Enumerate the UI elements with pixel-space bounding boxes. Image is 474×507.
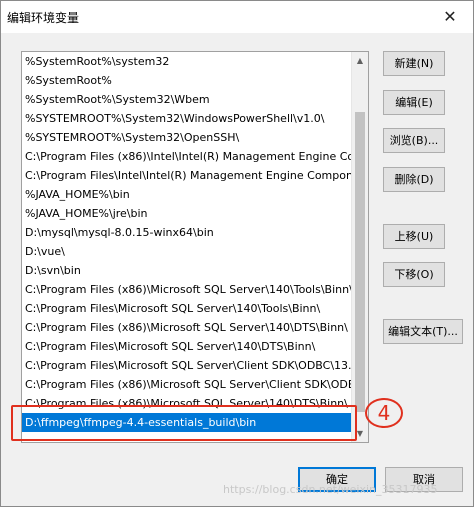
close-icon[interactable]: ✕ (435, 5, 465, 29)
scroll-up-arrow-icon[interactable]: ▲ (352, 52, 368, 69)
path-item[interactable]: D:\mysql\mysql-8.0.15-winx64\bin (22, 223, 352, 242)
annotation-highlight-box (11, 405, 357, 441)
scroll-thumb[interactable] (355, 112, 365, 412)
annotation-step-label: 4 (365, 398, 403, 428)
path-item[interactable]: D:\vue\ (22, 242, 352, 261)
window-title: 编辑环境变量 (7, 11, 80, 25)
path-item[interactable]: C:\Program Files (x86)\Intel\Intel(R) Ma… (22, 147, 352, 166)
edit-text-button[interactable]: 编辑文本(T)... (383, 319, 463, 344)
path-item[interactable]: C:\Program Files (x86)\Microsoft SQL Ser… (22, 318, 352, 337)
vertical-scrollbar[interactable]: ▲ ▼ (351, 52, 368, 442)
edit-env-var-dialog: 编辑环境变量 ✕ %SystemRoot%\system32 %SystemRoo… (0, 0, 474, 507)
path-item[interactable]: C:\Program Files (x86)\Microsoft SQL Ser… (22, 280, 352, 299)
delete-button[interactable]: 删除(D) (383, 167, 445, 192)
path-item[interactable]: %SystemRoot%\system32 (22, 52, 352, 71)
move-down-button[interactable]: 下移(O) (383, 262, 445, 287)
path-item[interactable]: C:\Program Files (x86)\Microsoft SQL Ser… (22, 375, 352, 394)
watermark-text: https://blog.csdn.net/weixin_35317935 (223, 483, 438, 496)
path-item[interactable]: %SYSTEMROOT%\System32\OpenSSH\ (22, 128, 352, 147)
path-item[interactable]: %JAVA_HOME%\bin (22, 185, 352, 204)
browse-button[interactable]: 浏览(B)... (383, 128, 445, 153)
path-item[interactable]: C:\Program Files\Microsoft SQL Server\Cl… (22, 356, 352, 375)
move-up-button[interactable]: 上移(U) (383, 224, 445, 249)
path-item[interactable]: C:\Program Files\Microsoft SQL Server\14… (22, 337, 352, 356)
path-item[interactable]: %SystemRoot%\System32\Wbem (22, 90, 352, 109)
path-item[interactable]: C:\Program Files\Microsoft SQL Server\14… (22, 299, 352, 318)
path-item[interactable]: %SystemRoot% (22, 71, 352, 90)
path-item[interactable]: %JAVA_HOME%\jre\bin (22, 204, 352, 223)
title-bar: 编辑环境变量 ✕ (1, 1, 473, 33)
path-list-items: %SystemRoot%\system32 %SystemRoot% %System… (22, 52, 352, 432)
edit-button[interactable]: 编辑(E) (383, 90, 445, 115)
path-item[interactable]: D:\svn\bin (22, 261, 352, 280)
new-button[interactable]: 新建(N) (383, 51, 445, 76)
path-item[interactable]: C:\Program Files\Intel\Intel(R) Manageme… (22, 166, 352, 185)
path-item[interactable]: %SYSTEMROOT%\System32\WindowsPowerShell\… (22, 109, 352, 128)
path-list[interactable]: %SystemRoot%\system32 %SystemRoot% %System… (21, 51, 369, 443)
